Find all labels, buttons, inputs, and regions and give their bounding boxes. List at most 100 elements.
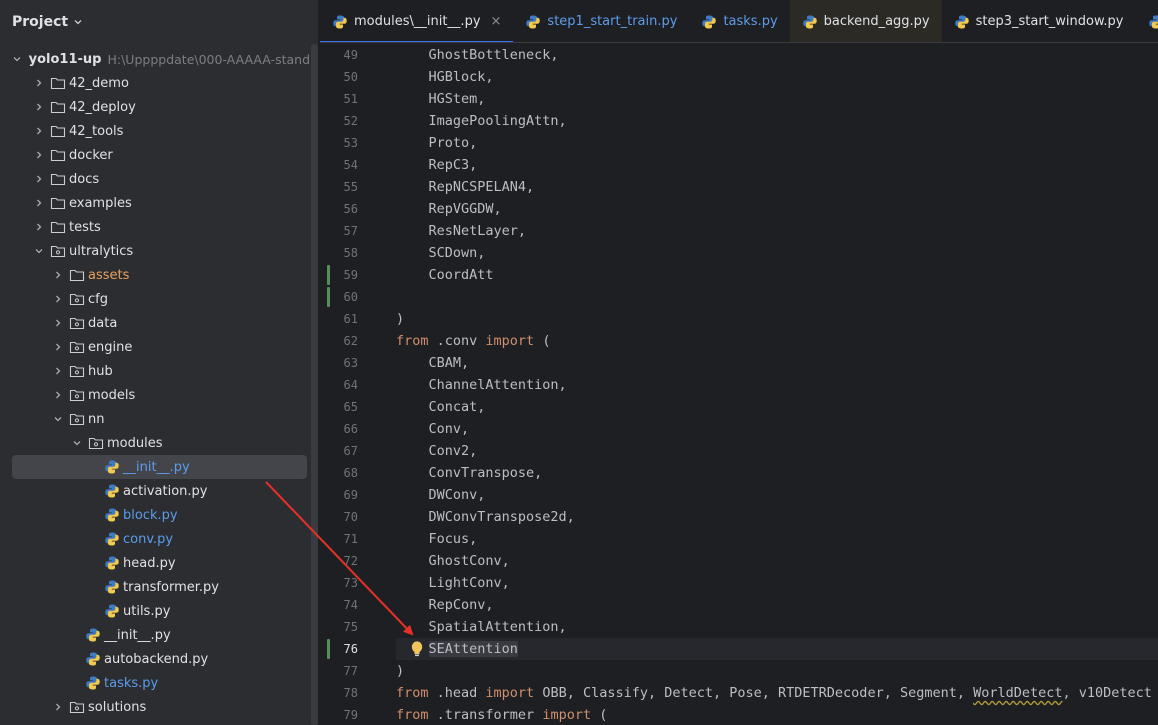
code-line[interactable]: SpatialAttention, [396,616,1158,638]
code-line[interactable]: Proto, [396,132,1158,154]
tree-item-tasks-py[interactable]: tasks.py [0,671,310,695]
line-number[interactable]: 52 [320,110,358,132]
code-line[interactable]: ImagePoolingAttn, [396,110,1158,132]
code-line[interactable]: LightConv, [396,572,1158,594]
code-line[interactable]: Conv2, [396,440,1158,462]
tree-item-examples[interactable]: examples [0,191,310,215]
tree-item-activation-py[interactable]: activation.py [0,479,310,503]
code-line[interactable]: SEAttention [396,638,1158,660]
code-line[interactable]: RepVGGDW, [396,198,1158,220]
line-number[interactable]: 59 [320,264,358,286]
code-line[interactable]: GhostConv, [396,550,1158,572]
tree-item-hub[interactable]: hub [0,359,310,383]
line-number[interactable]: 68 [320,462,358,484]
line-number[interactable]: 66 [320,418,358,440]
tree-item-data[interactable]: data [0,311,310,335]
tree-expander[interactable] [31,147,47,163]
chevron-right-icon[interactable] [53,702,63,712]
vcs-change-marker[interactable] [327,265,330,285]
code-line[interactable] [396,286,1158,308]
code-line[interactable]: DWConvTranspose2d, [396,506,1158,528]
tree-item-assets[interactable]: assets [0,263,310,287]
line-number[interactable]: 71 [320,528,358,550]
line-number[interactable]: 54 [320,154,358,176]
tree-expander[interactable] [50,411,66,427]
line-number[interactable]: 77 [320,660,358,682]
chevron-down-icon[interactable] [53,414,63,424]
tree-item-transformer-py[interactable]: transformer.py [0,575,310,599]
code-line[interactable]: SCDown, [396,242,1158,264]
code-line[interactable]: from .conv import ( [396,330,1158,352]
tree-expander[interactable] [31,99,47,115]
chevron-right-icon[interactable] [53,366,63,376]
code-line[interactable]: HGStem, [396,88,1158,110]
line-number[interactable]: 61 [320,308,358,330]
tree-item-conv-py[interactable]: conv.py [0,527,310,551]
chevron-right-icon[interactable] [34,150,44,160]
line-number[interactable]: 60 [320,286,358,308]
chevron-right-icon[interactable] [34,102,44,112]
code-area[interactable]: GhostBottleneck, HGBlock, HGStem, ImageP… [396,44,1158,725]
tree-item-block-py[interactable]: block.py [0,503,310,527]
tree-expander[interactable] [50,315,66,331]
code-line[interactable]: CBAM, [396,352,1158,374]
tree-expander[interactable] [31,219,47,235]
tree-item-init-py[interactable]: __init__.py [0,455,310,479]
chevron-down-icon[interactable] [12,54,22,64]
line-number[interactable]: 76 [320,638,358,660]
chevron-down-icon[interactable] [72,438,82,448]
line-number[interactable]: 78 [320,682,358,704]
line-number[interactable]: 63 [320,352,358,374]
line-number[interactable]: 57 [320,220,358,242]
code-line[interactable]: GhostBottleneck, [396,44,1158,66]
chevron-right-icon[interactable] [53,318,63,328]
editor-tab-step3-start-window-py[interactable]: step3_start_window.py [942,0,1136,42]
tree-item-42-deploy[interactable]: 42_deploy [0,95,310,119]
tree-expander[interactable] [50,339,66,355]
tree-item-solutions[interactable]: solutions [0,695,310,719]
line-number[interactable]: 58 [320,242,358,264]
tree-item-utils-py[interactable]: utils.py [0,599,310,623]
code-line[interactable]: HGBlock, [396,66,1158,88]
line-number[interactable]: 67 [320,440,358,462]
chevron-right-icon[interactable] [53,390,63,400]
line-number[interactable]: 50 [320,66,358,88]
chevron-right-icon[interactable] [34,174,44,184]
tree-item-autobackend-py[interactable]: autobackend.py [0,647,310,671]
tree-item-models[interactable]: models [0,383,310,407]
code-line[interactable]: RepNCSPELAN4, [396,176,1158,198]
tree-expander[interactable] [31,195,47,211]
tree-expander[interactable] [69,435,85,451]
line-number[interactable]: 56 [320,198,358,220]
tree-item-ultralytics[interactable]: ultralytics [0,239,310,263]
code-line[interactable]: Conv, [396,418,1158,440]
line-number[interactable]: 49 [320,44,358,66]
tree-expander[interactable] [50,699,66,715]
line-number[interactable]: 72 [320,550,358,572]
tree-item-nn[interactable]: nn [0,407,310,431]
project-panel-header[interactable]: Project [0,0,319,44]
lightbulb-icon[interactable] [410,640,424,658]
line-number[interactable]: 74 [320,594,358,616]
line-number[interactable]: 55 [320,176,358,198]
line-number[interactable]: 65 [320,396,358,418]
tree-item-42-demo[interactable]: 42_demo [0,71,310,95]
line-number[interactable]: 70 [320,506,358,528]
tree-expander[interactable] [50,291,66,307]
close-icon[interactable]: × [491,14,502,29]
chevron-right-icon[interactable] [34,222,44,232]
tree-expander[interactable] [31,75,47,91]
line-number[interactable]: 75 [320,616,358,638]
editor-tab-modules-init-py[interactable]: modules\__init__.py × [320,0,514,42]
code-line[interactable]: ResNetLayer, [396,220,1158,242]
chevron-right-icon[interactable] [53,294,63,304]
code-line[interactable]: Focus, [396,528,1158,550]
chevron-right-icon[interactable] [34,126,44,136]
code-line[interactable]: ) [396,660,1158,682]
code-line[interactable]: from .head import OBB, Classify, Detect,… [396,682,1158,704]
tree-item-init-py[interactable]: __init__.py [0,623,310,647]
tree-expander[interactable] [31,171,47,187]
tree-item-42-tools[interactable]: 42_tools [0,119,310,143]
line-number[interactable]: 69 [320,484,358,506]
vcs-change-marker[interactable] [327,639,330,659]
